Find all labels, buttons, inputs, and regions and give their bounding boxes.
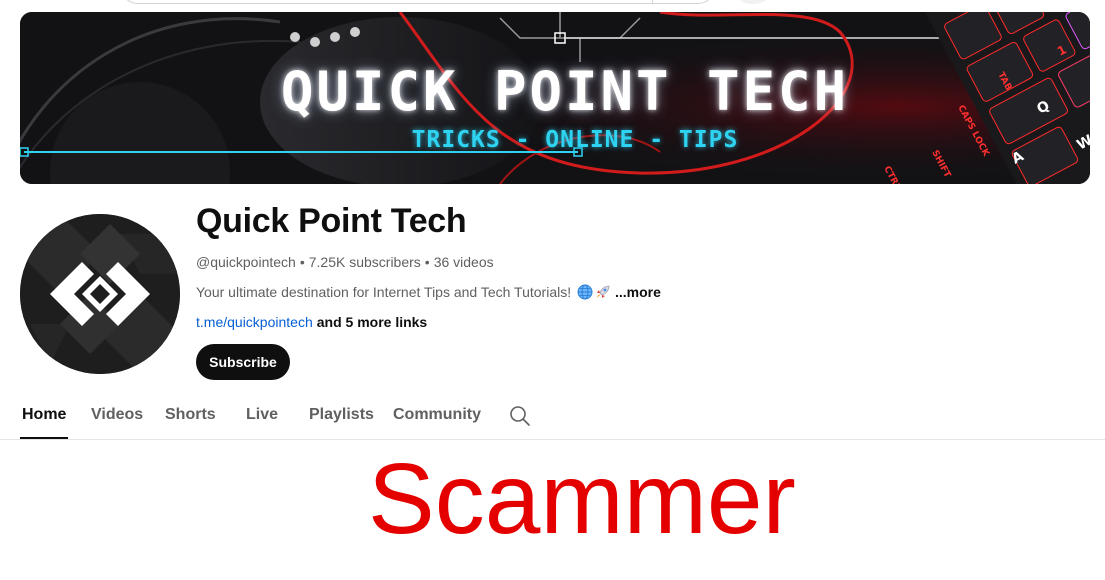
tab-videos[interactable]: Videos: [91, 406, 143, 424]
channel-tabs: Home Videos Shorts Live Playlists Commun…: [0, 396, 1105, 440]
description-text: Your ultimate destination for Internet T…: [196, 284, 572, 300]
channel-meta: @quickpointech • 7.25K subscribers • 36 vide…: [196, 254, 494, 270]
search-bar[interactable]: [120, 0, 716, 4]
banner-title: QUICK POINT TECH: [280, 60, 850, 123]
channel-avatar[interactable]: [20, 214, 180, 374]
subscribe-button[interactable]: Subscribe: [196, 344, 290, 380]
channel-search-icon[interactable]: [508, 404, 532, 428]
channel-links: t.me/quickpointech and 5 more links: [196, 314, 427, 330]
channel-name: Quick Point Tech: [196, 202, 467, 240]
description-more-link[interactable]: ...more: [615, 284, 661, 300]
channel-description[interactable]: Your ultimate destination for Internet T…: [196, 284, 661, 303]
tabs-divider: [0, 439, 1105, 440]
search-divider: [652, 0, 653, 3]
telegram-link[interactable]: t.me/quickpointech: [196, 314, 313, 330]
channel-handle: @quickpointech: [196, 254, 296, 270]
tab-home[interactable]: Home: [22, 406, 66, 424]
tab-live[interactable]: Live: [246, 406, 278, 424]
banner-tagline: TRICKS - ONLINE - TIPS: [411, 127, 739, 153]
globe-icon: [577, 284, 593, 303]
meta-separator: •: [424, 254, 430, 270]
channel-logo-icon: [20, 214, 180, 374]
subscriber-count: 7.25K subscribers: [308, 254, 421, 270]
voice-search-button[interactable]: [736, 0, 770, 4]
more-links-button[interactable]: and 5 more links: [317, 314, 427, 330]
video-count: 36 videos: [433, 254, 494, 270]
tab-community[interactable]: Community: [393, 406, 481, 424]
channel-banner: TAB CAPS LOCK SHIFT CTRL Q A W 1 QUICK P…: [20, 12, 1090, 184]
meta-separator: •: [299, 254, 305, 270]
scammer-overlay-text: Scammer: [368, 443, 796, 555]
tab-shorts[interactable]: Shorts: [165, 406, 216, 424]
tab-playlists[interactable]: Playlists: [309, 406, 374, 424]
rocket-icon: [595, 284, 611, 303]
